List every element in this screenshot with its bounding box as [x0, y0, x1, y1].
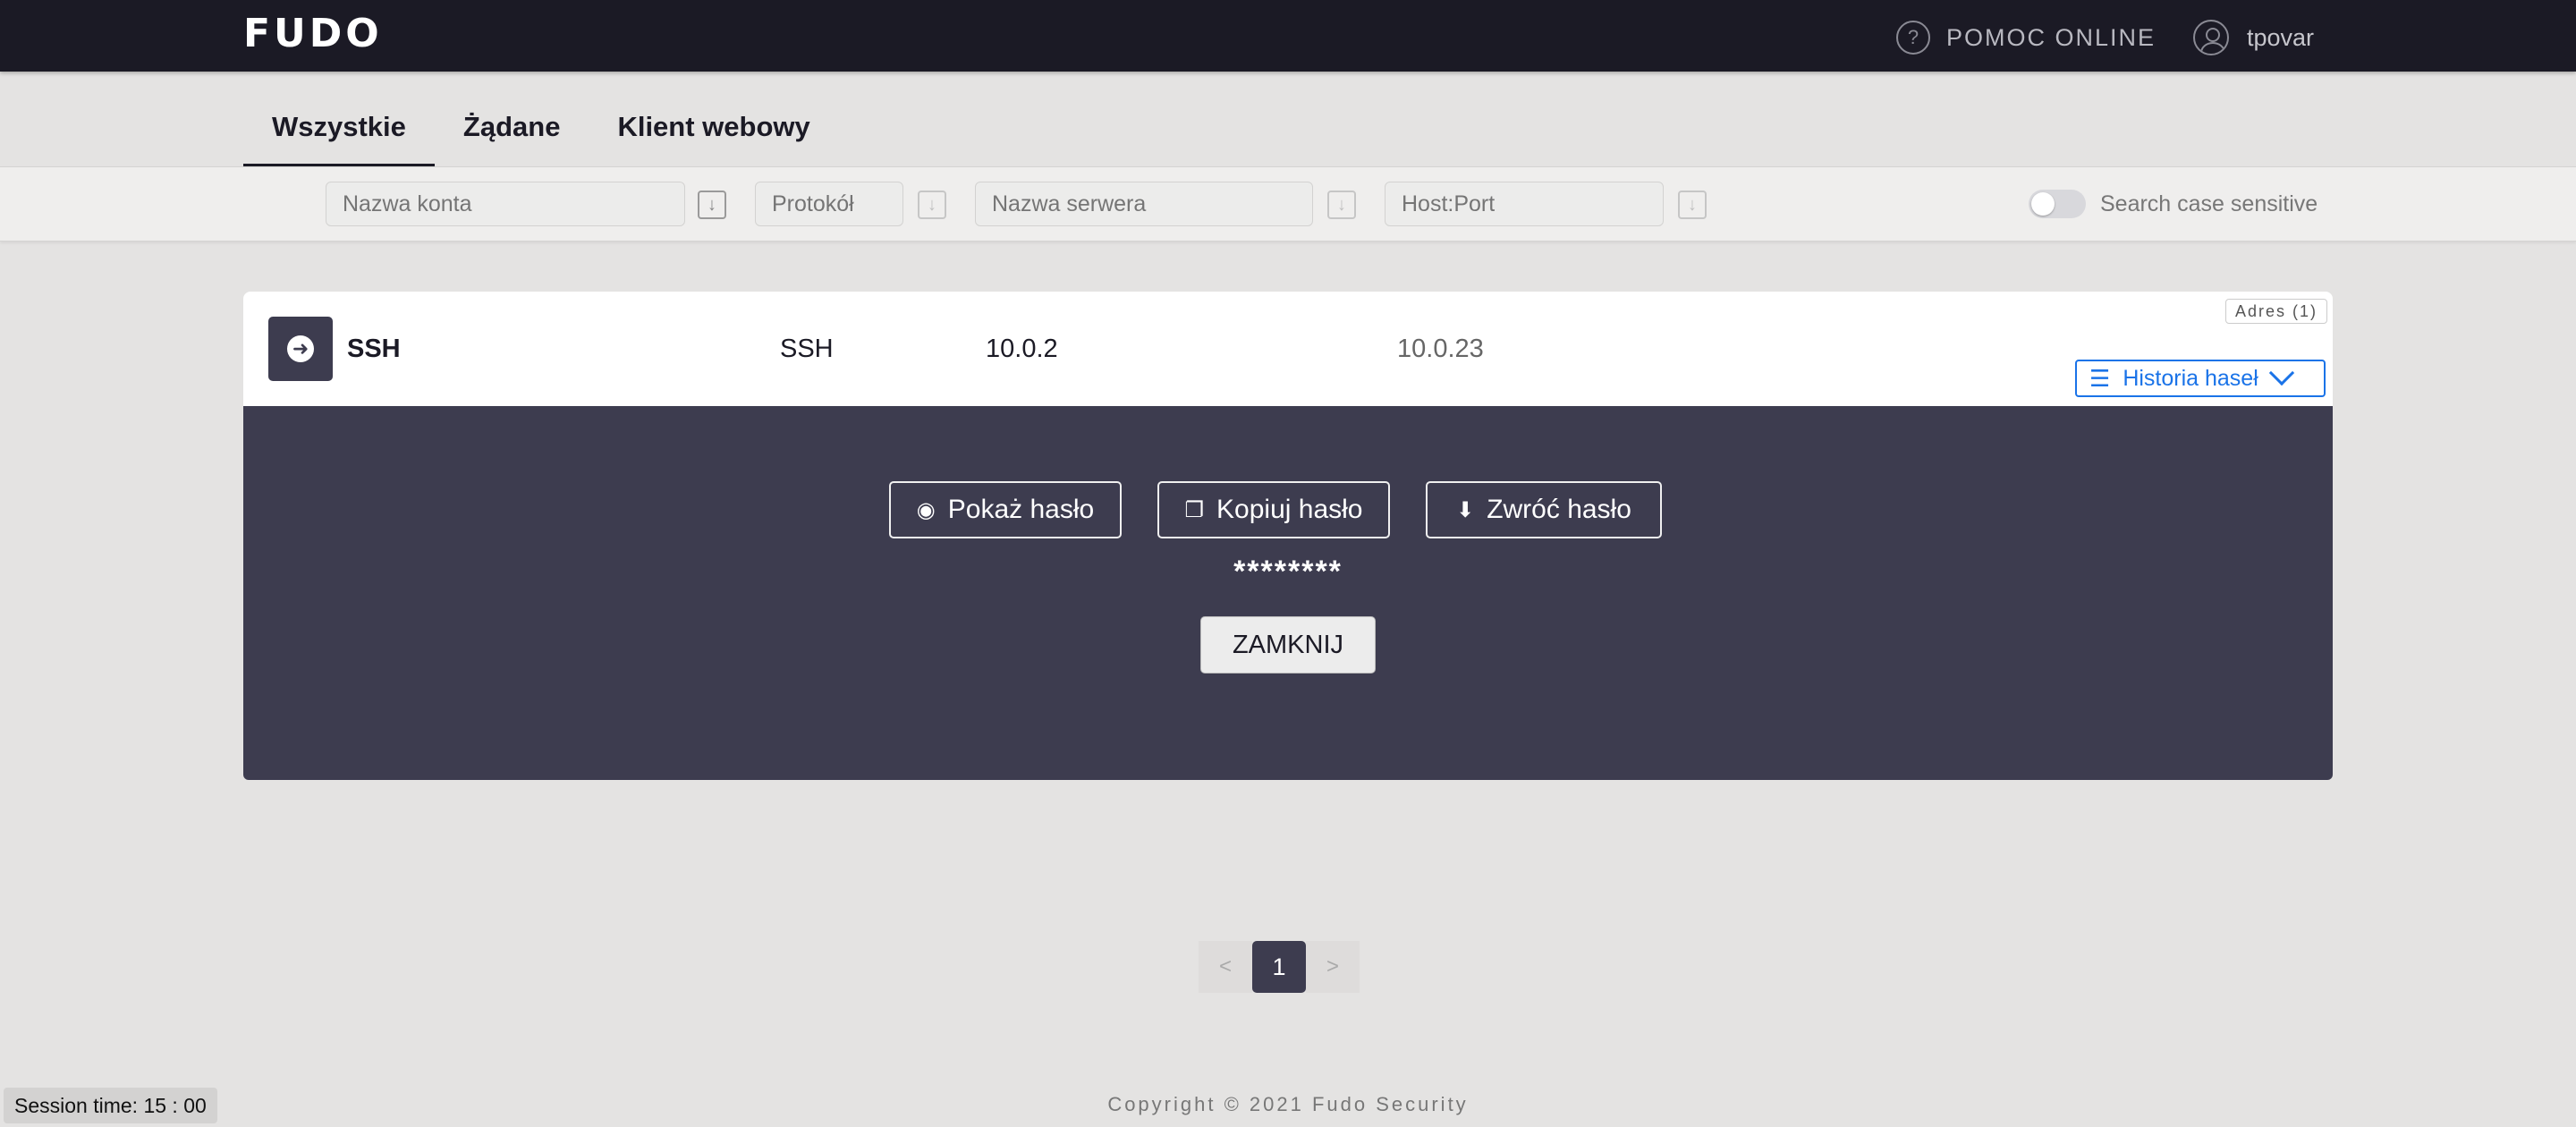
case-sensitive-toggle[interactable] [2029, 190, 2086, 218]
protocol-filter[interactable] [755, 182, 903, 226]
next-page-button[interactable]: > [1306, 941, 1360, 993]
host-value: 10.0.23 [1397, 335, 1483, 363]
arrow-down-icon: ↓ [928, 194, 936, 215]
user-circle-icon [2193, 20, 2229, 55]
protocol-sort-button[interactable]: ↓ [918, 191, 946, 219]
arrow-down-icon: ↓ [1688, 194, 1697, 215]
account-name: SSH [347, 335, 401, 363]
question-circle-icon: ? [1896, 21, 1930, 55]
user-menu[interactable]: tpovar [2193, 20, 2314, 55]
arrow-down-icon: ↓ [1337, 194, 1346, 215]
copy-password-label: Kopiuj hasło [1216, 495, 1363, 524]
server-name-filter[interactable] [975, 182, 1313, 226]
tab-wszystkie[interactable]: Wszystkie [243, 98, 435, 166]
host-port-filter[interactable] [1385, 182, 1664, 226]
password-history-label: Historia haseł [2123, 365, 2258, 391]
case-sensitive-label: Search case sensitive [2100, 191, 2318, 216]
prev-page-button[interactable]: < [1199, 941, 1252, 993]
tabs: Wszystkie Żądane Klient webowy [243, 98, 839, 166]
session-timer: Session time: 15 : 00 [4, 1088, 217, 1123]
account-name-filter[interactable] [326, 182, 685, 226]
return-password-button[interactable]: ⬇ Zwróć hasło [1426, 481, 1662, 538]
return-password-label: Zwróć hasło [1487, 495, 1631, 524]
help-online-label: POMOC ONLINE [1946, 23, 2157, 51]
account-sort-button[interactable]: ↓ [698, 191, 726, 219]
password-panel: ◉ Pokaż hasło ❐ Kopiuj hasło ⬇ Zwróć has… [243, 406, 2333, 780]
arrow-down-icon: ↓ [708, 194, 716, 215]
fudo-logo[interactable]: FUDO [243, 14, 383, 54]
password-history-dropdown[interactable]: ☰ Historia haseł [2075, 360, 2326, 397]
show-password-button[interactable]: ◉ Pokaż hasło [889, 481, 1122, 538]
close-button[interactable]: ZAMKNIJ [1200, 616, 1376, 674]
show-password-label: Pokaż hasło [947, 495, 1095, 524]
protocol-value: SSH [780, 335, 834, 363]
tab-zadane[interactable]: Żądane [435, 98, 589, 166]
masked-password: ******** [1233, 555, 1343, 589]
server-sort-button[interactable]: ↓ [1327, 191, 1356, 219]
chevron-down-icon [2268, 360, 2294, 386]
host-port-sort-button[interactable]: ↓ [1678, 191, 1707, 219]
copyright: Copyright © 2021 Fudo Security [1107, 1093, 1469, 1115]
account-row: ➜ SSH SSH 10.0.2 10.0.23 Adres (1) ☰ His… [243, 292, 2333, 406]
username: tpovar [2247, 23, 2315, 51]
address-badge[interactable]: Adres (1) [2224, 299, 2327, 324]
arrow-right-circle-icon: ➜ [287, 335, 314, 362]
list-icon: ☰ [2089, 364, 2111, 392]
page-1-button[interactable]: 1 [1252, 941, 1306, 993]
top-navbar: FUDO ? POMOC ONLINE tpovar [0, 0, 2576, 72]
eye-icon: ◉ [916, 497, 936, 522]
tab-klient-webowy[interactable]: Klient webowy [589, 98, 838, 166]
copy-icon: ❐ [1184, 497, 1205, 522]
connect-button[interactable]: ➜ [268, 317, 333, 381]
server-value: 10.0.2 [986, 335, 1058, 363]
copy-password-button[interactable]: ❐ Kopiuj hasło [1157, 481, 1390, 538]
help-online-link[interactable]: ? POMOC ONLINE [1896, 20, 2156, 55]
pagination: < 1 > [1199, 941, 1360, 993]
download-icon: ⬇ [1456, 497, 1475, 522]
